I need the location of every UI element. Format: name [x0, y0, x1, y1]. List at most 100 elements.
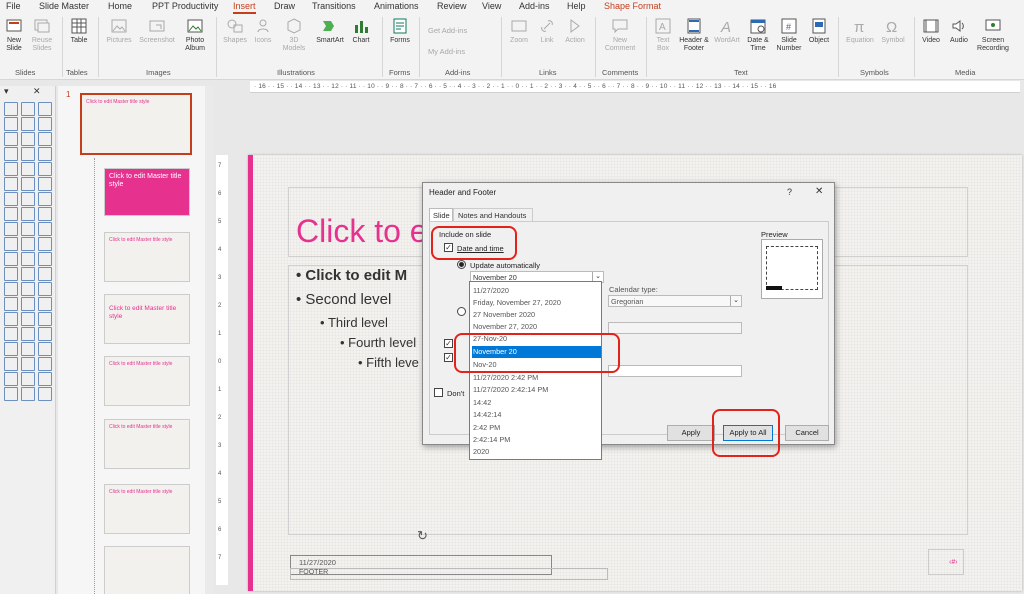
shapes-button[interactable]: Shapes	[221, 17, 249, 45]
shape-tile-icon[interactable]	[38, 267, 52, 281]
slide-number-button[interactable]: # Slide Number	[776, 17, 802, 53]
date-option[interactable]: 11/27/2020 2:42:14 PM	[472, 384, 601, 396]
shape-tile-icon[interactable]	[21, 372, 35, 386]
table-button[interactable]: Table	[66, 17, 92, 45]
shape-tile-icon[interactable]	[4, 372, 18, 386]
shape-tile-icon[interactable]	[21, 312, 35, 326]
link-button[interactable]: Link	[536, 17, 558, 45]
shape-tile-icon[interactable]	[4, 297, 18, 311]
my-addins-button[interactable]: My Add-ins	[428, 47, 465, 56]
shape-tile-icon[interactable]	[38, 177, 52, 191]
shape-tile-icon[interactable]	[21, 282, 35, 296]
cancel-button[interactable]: Cancel	[785, 425, 829, 441]
shape-tile-icon[interactable]	[4, 207, 18, 221]
shape-tile-icon[interactable]	[38, 132, 52, 146]
shape-tile-icon[interactable]	[21, 162, 35, 176]
shape-tile-icon[interactable]	[4, 312, 18, 326]
shape-tile-icon[interactable]	[4, 132, 18, 146]
layout-thumbnail-3[interactable]: Click to edit Master title style	[104, 294, 190, 344]
shape-tile-icon[interactable]	[21, 267, 35, 281]
shape-tile-icon[interactable]	[38, 342, 52, 356]
help-icon[interactable]: ?	[787, 187, 792, 197]
tab-ppt-productivity[interactable]: PPT Productivity	[152, 1, 218, 11]
shape-tile-icon[interactable]	[4, 267, 18, 281]
shape-tile-icon[interactable]	[4, 327, 18, 341]
new-comment-button[interactable]: New Comment	[602, 17, 638, 53]
tab-transitions[interactable]: Transitions	[312, 1, 356, 11]
get-addins-button[interactable]: Get Add-ins	[428, 26, 467, 35]
shape-tile-icon[interactable]	[38, 357, 52, 371]
date-option[interactable]: 11/27/2020 2:42 PM	[472, 372, 601, 384]
tab-review[interactable]: Review	[437, 1, 467, 11]
shape-tile-icon[interactable]	[38, 252, 52, 266]
shape-tile-icon[interactable]	[38, 192, 52, 206]
icons-button[interactable]: Icons	[251, 17, 275, 45]
shape-tile-icon[interactable]	[21, 252, 35, 266]
slide-number-checkbox[interactable]: ✓	[444, 339, 453, 348]
update-automatically-radio[interactable]	[457, 260, 466, 269]
shape-tile-icon[interactable]	[38, 102, 52, 116]
tab-file[interactable]: File	[6, 1, 21, 11]
shape-tile-icon[interactable]	[4, 147, 18, 161]
shape-tile-icon[interactable]	[38, 147, 52, 161]
shape-tile-icon[interactable]	[4, 282, 18, 296]
fixed-radio[interactable]	[457, 307, 466, 316]
pictures-button[interactable]: Pictures	[104, 17, 134, 45]
apply-button[interactable]: Apply	[667, 425, 715, 441]
layout-thumbnail-4[interactable]: Click to edit Master title style	[104, 356, 190, 406]
date-option[interactable]: 2020	[472, 446, 601, 458]
date-option[interactable]: November 27, 2020	[472, 321, 601, 333]
shape-tile-icon[interactable]	[4, 237, 18, 251]
shape-tile-icon[interactable]	[38, 387, 52, 401]
chevron-down-icon[interactable]: ▾	[4, 86, 9, 96]
tab-add-ins[interactable]: Add-ins	[519, 1, 550, 11]
date-time-button[interactable]: Date & Time	[744, 17, 772, 53]
layout-thumbnail-1[interactable]: Click to edit Master title style	[104, 168, 190, 216]
zoom-button[interactable]: Zoom	[507, 17, 531, 45]
tab-view[interactable]: View	[482, 1, 501, 11]
shape-tile-icon[interactable]	[21, 357, 35, 371]
text-box-button[interactable]: A Text Box	[652, 17, 674, 53]
tab-shape-format[interactable]: Shape Format	[604, 1, 661, 11]
shape-tile-icon[interactable]	[38, 237, 52, 251]
video-button[interactable]: Video	[919, 17, 943, 45]
date-option[interactable]: Friday, November 27, 2020	[472, 297, 601, 309]
layout-thumbnail-2[interactable]: Click to edit Master title style	[104, 232, 190, 282]
tab-draw[interactable]: Draw	[274, 1, 295, 11]
symbol-button[interactable]: Ω Symbol	[878, 17, 908, 45]
tab-animations[interactable]: Animations	[374, 1, 419, 11]
date-option[interactable]: 14:42:14	[472, 409, 601, 421]
audio-button[interactable]: Audio	[946, 17, 972, 45]
shape-tile-icon[interactable]	[21, 222, 35, 236]
shape-tile-icon[interactable]	[21, 192, 35, 206]
shape-tile-icon[interactable]	[4, 252, 18, 266]
smartart-button[interactable]: SmartArt	[313, 17, 347, 45]
shape-tile-icon[interactable]	[4, 117, 18, 131]
shape-tile-icon[interactable]	[38, 297, 52, 311]
shape-tile-icon[interactable]	[21, 117, 35, 131]
slide-number-placeholder[interactable]: ‹#›	[928, 549, 964, 575]
shape-tile-icon[interactable]	[21, 327, 35, 341]
chart-button[interactable]: Chart	[349, 17, 373, 45]
tab-help[interactable]: Help	[567, 1, 586, 11]
shape-tile-icon[interactable]	[38, 117, 52, 131]
shape-tile-icon[interactable]	[4, 177, 18, 191]
shape-tile-icon[interactable]	[21, 297, 35, 311]
3d-models-button[interactable]: 3D Models	[278, 17, 310, 53]
shape-tile-icon[interactable]	[38, 222, 52, 236]
shape-tile-icon[interactable]	[21, 237, 35, 251]
shape-tile-icon[interactable]	[38, 327, 52, 341]
tab-insert[interactable]: Insert	[233, 1, 256, 14]
shape-tile-icon[interactable]	[4, 387, 18, 401]
master-thumbnail[interactable]: Click to edit Master title style	[80, 93, 192, 155]
fixed-date-field[interactable]	[608, 322, 742, 334]
new-slide-button[interactable]: New Slide	[3, 17, 25, 53]
shape-tile-icon[interactable]	[21, 342, 35, 356]
footer-placeholder[interactable]: FOOTER	[290, 568, 608, 580]
shape-tile-icon[interactable]	[38, 207, 52, 221]
shape-tile-icon[interactable]	[4, 222, 18, 236]
shape-tile-icon[interactable]	[21, 387, 35, 401]
layout-thumbnail-5[interactable]: Click to edit Master title style	[104, 419, 190, 469]
equation-button[interactable]: π Equation	[843, 17, 877, 45]
thumbnail-scrollbar[interactable]	[205, 86, 214, 594]
